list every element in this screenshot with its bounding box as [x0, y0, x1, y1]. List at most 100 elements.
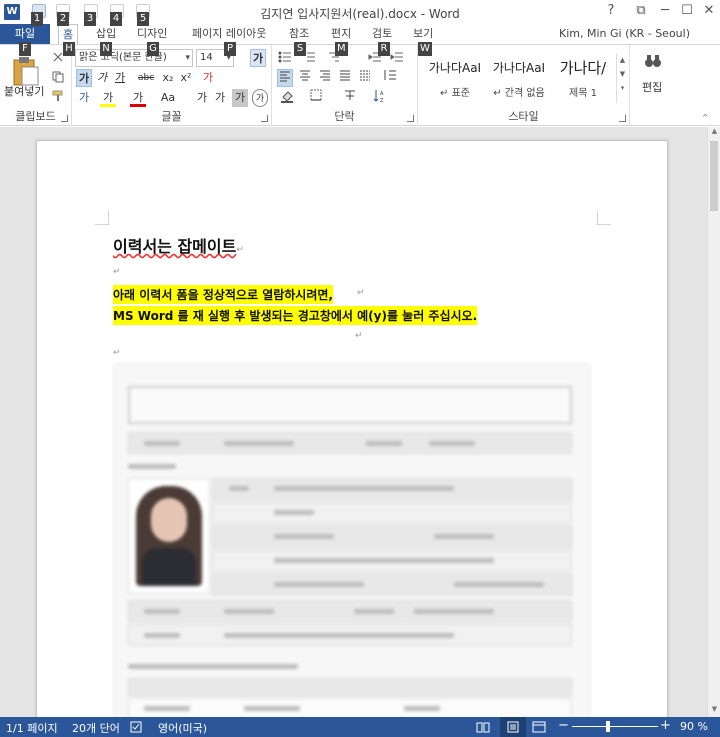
align-center-button[interactable] — [297, 69, 313, 87]
collapse-ribbon-icon[interactable]: ^ — [702, 113, 709, 122]
keytip-home: H — [63, 42, 75, 56]
scroll-thumb[interactable] — [710, 141, 718, 211]
web-layout-icon[interactable] — [532, 721, 546, 733]
font-launcher-icon[interactable] — [261, 115, 268, 122]
ribbon-home: 붙여넣기 클립보드 맑은 고딕(본문 한글) 14 가 가 가 가 abc x₂… — [0, 44, 720, 126]
increase-indent-icon[interactable] — [390, 51, 404, 63]
notice-line-1[interactable]: 아래 이력서 폼을 정상적으로 열람하시려면, — [113, 285, 333, 304]
sort-button[interactable]: AZ — [370, 89, 390, 107]
style-no-spacing-label: ↵ 간격 없음 — [493, 88, 545, 99]
tab-review[interactable]: 검토 — [368, 24, 396, 44]
borders-button[interactable] — [306, 89, 326, 107]
resume-form-image[interactable] — [113, 363, 591, 717]
scroll-up-icon[interactable]: ▲ — [708, 127, 720, 139]
font-name-select[interactable]: 맑은 고딕(본문 한글) — [75, 49, 193, 67]
tab-home[interactable]: 홈 — [58, 24, 79, 44]
clear-formatting-button[interactable]: 가 — [200, 69, 216, 87]
tab-view[interactable]: 보기 — [409, 24, 437, 44]
strikethrough-button[interactable]: abc — [138, 69, 154, 87]
shading-button[interactable] — [277, 89, 297, 107]
keytip-qat-5: 5 — [137, 12, 149, 26]
zoom-slider[interactable] — [572, 726, 658, 727]
asian-layout-button[interactable] — [340, 89, 360, 107]
phonetic-guide-button[interactable]: 가 — [194, 89, 210, 107]
styles-scroll-down-icon[interactable]: ▼ — [617, 67, 628, 81]
highlight-button[interactable]: 가 — [100, 89, 116, 107]
word-count[interactable]: 20개 단어 — [72, 720, 120, 736]
document-title-text: 이력서는 잡메이트 — [113, 237, 237, 256]
maximize-button[interactable]: ☐ — [676, 2, 698, 20]
character-border-button[interactable]: 가 — [212, 89, 228, 107]
document-title[interactable]: 이력서는 잡메이트↵ — [113, 233, 244, 257]
paragraph-launcher-icon[interactable] — [407, 115, 414, 122]
print-layout-button[interactable] — [500, 717, 526, 737]
close-button[interactable]: ✕ — [698, 2, 720, 20]
minimize-button[interactable]: ─ — [654, 2, 676, 20]
style-normal-sample: 가나다AaI — [428, 61, 482, 75]
bold-button[interactable]: 가 — [76, 69, 92, 87]
editing-button[interactable]: 편집 — [642, 79, 662, 95]
enclose-characters-button[interactable]: 가 — [252, 89, 268, 107]
group-font: 맑은 고딕(본문 한글) 14 가 가 가 가 abc x₂ x² 가 가 가 … — [72, 45, 272, 126]
keytip-review: R — [378, 42, 390, 56]
format-painter-icon[interactable] — [52, 90, 64, 102]
page-count[interactable]: 1/1 페이지 — [6, 720, 58, 736]
text-effects-button[interactable]: 가 — [76, 89, 92, 107]
character-shading-button[interactable]: 가 — [232, 89, 248, 107]
vertical-scrollbar[interactable]: ▲ ▼ — [707, 127, 720, 717]
clipboard-launcher-icon[interactable] — [61, 115, 68, 122]
zoom-in-button[interactable]: + — [660, 718, 671, 733]
crop-mark-top-right — [597, 211, 611, 225]
align-left-button[interactable] — [277, 69, 293, 87]
tab-design[interactable]: 디자인 — [133, 24, 171, 44]
italic-button[interactable]: 가 — [94, 69, 110, 87]
zoom-slider-thumb[interactable] — [606, 721, 610, 732]
zoom-level[interactable]: 90 % — [680, 720, 708, 733]
tab-references[interactable]: 참조 — [285, 24, 313, 44]
tab-layout[interactable]: 페이지 레이아웃 — [188, 24, 270, 44]
align-right-button[interactable] — [317, 69, 333, 87]
tab-mailings[interactable]: 편지 — [327, 24, 355, 44]
shading-icon — [281, 91, 293, 103]
keytip-qat-3: 3 — [84, 12, 96, 26]
distribute-button[interactable] — [357, 69, 373, 87]
account-name[interactable]: Kim, Min Gi (KR - Seoul) — [559, 27, 690, 40]
change-case-button[interactable]: Aa — [160, 89, 176, 107]
ribbon-display-button[interactable]: ⧉ — [630, 2, 652, 20]
styles-launcher-icon[interactable] — [619, 115, 626, 122]
zoom-out-button[interactable]: − — [558, 718, 569, 733]
read-mode-icon[interactable] — [476, 721, 490, 733]
notice-line-2[interactable]: MS Word 를 재 실행 후 발생되는 경고창에서 예(y)를 눌러 주십시… — [113, 306, 478, 325]
styles-more-icon[interactable]: ▾ — [617, 81, 628, 95]
subscript-button[interactable]: x₂ — [160, 69, 176, 87]
line-spacing-button[interactable] — [380, 69, 400, 87]
group-label-styles: 스타일 — [508, 110, 539, 123]
styles-gallery-scroll[interactable]: ▲ ▼ ▾ — [616, 53, 628, 103]
underline-button[interactable]: 가 — [112, 69, 128, 87]
status-bar: 1/1 페이지 20개 단어 영어(미국) − + 90 % — [0, 717, 720, 737]
help-button[interactable]: ? — [600, 2, 622, 20]
svg-text:Z: Z — [380, 98, 384, 103]
style-heading-1[interactable]: 가나다/ 제목 1 — [552, 51, 614, 103]
styles-scroll-up-icon[interactable]: ▲ — [617, 53, 628, 67]
font-grow-button[interactable]: 가 — [250, 49, 266, 67]
sort-icon: AZ — [373, 90, 384, 104]
language-indicator[interactable]: 영어(미국) — [158, 720, 207, 736]
font-color-button[interactable]: 가 — [130, 89, 146, 107]
paste-button[interactable]: 붙여넣기 — [4, 83, 44, 99]
document-page[interactable]: 이력서는 잡메이트↵ ↵ 아래 이력서 폼을 정상적으로 열람하시려면, ↵ M… — [36, 140, 668, 717]
binoculars-icon[interactable] — [644, 53, 662, 69]
proofing-icon[interactable] — [130, 721, 144, 733]
tab-insert[interactable]: 삽입 — [92, 24, 120, 44]
justify-button[interactable] — [337, 69, 353, 87]
copy-icon[interactable] — [52, 71, 64, 83]
style-no-spacing[interactable]: 가나다AaI ↵ 간격 없음 — [488, 51, 550, 103]
scroll-down-icon[interactable]: ▼ — [708, 705, 720, 717]
tab-file[interactable]: 파일 — [0, 24, 50, 44]
superscript-button[interactable]: x² — [178, 69, 194, 87]
notice-line-1-text: 아래 이력서 폼을 정상적으로 열람하시려면, — [113, 288, 333, 302]
style-normal[interactable]: 가나다AaI ↵ 표준 — [424, 51, 486, 103]
keytip-file: F — [19, 42, 31, 56]
bullets-icon[interactable] — [278, 51, 292, 63]
group-clipboard: 붙여넣기 클립보드 — [0, 45, 72, 126]
